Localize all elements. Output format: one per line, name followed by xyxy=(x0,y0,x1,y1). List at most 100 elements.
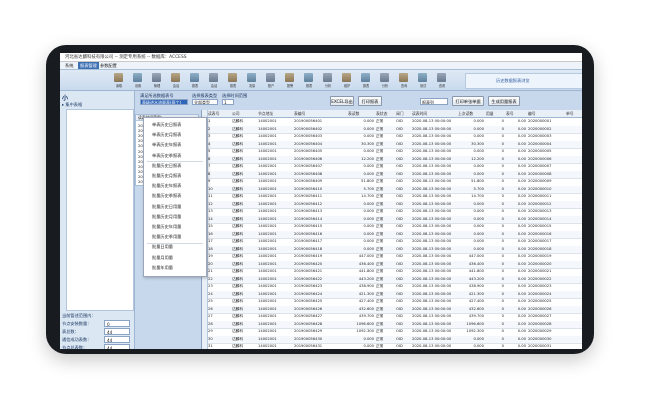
table-cell: 2020-08-13 00:00:00 xyxy=(412,149,452,153)
table-cell: 201900056415 xyxy=(294,224,323,228)
table-cell: 正常 xyxy=(376,254,384,258)
toolbar-tool-icon[interactable] xyxy=(152,73,161,82)
dropdown-menu-item[interactable]: 批量历史日用量 xyxy=(152,204,181,210)
table-cell: 201900056425 xyxy=(294,299,323,303)
column-header[interactable]: 编号 xyxy=(528,110,564,117)
toolbar-tool-icon[interactable] xyxy=(380,73,389,82)
table-cell: 14.700 xyxy=(361,194,374,198)
query-select[interactable]: 报表列 xyxy=(420,98,448,105)
table-cell: 201900056412 xyxy=(294,201,323,206)
table-cell: 5 xyxy=(208,149,211,153)
table-cell: 0.00 xyxy=(517,344,526,348)
toolbar-tool-icon[interactable] xyxy=(361,73,370,82)
toolbar-tool-icon[interactable] xyxy=(266,73,275,82)
dropdown-menu-item[interactable]: 批量月用量 xyxy=(152,255,173,261)
table-cell: 201900056429 xyxy=(294,329,323,333)
dropdown-menu-item[interactable]: 批量年用量 xyxy=(152,265,173,271)
column-header[interactable]: 读表号 xyxy=(208,110,230,117)
toolbar-tool-icon[interactable] xyxy=(437,73,446,82)
table-cell: 14002001 xyxy=(258,254,277,258)
column-header[interactable]: 上次读数 xyxy=(458,110,484,117)
toolbar-tool-icon[interactable] xyxy=(114,73,123,82)
column-header[interactable]: 读表时间 xyxy=(412,110,456,117)
dropdown-menu-item[interactable]: 批量日用量 xyxy=(152,244,173,250)
table-cell: 0 xyxy=(501,224,504,228)
table-cell: 14002001 xyxy=(258,344,277,348)
type-select[interactable]: 全部类型 xyxy=(192,99,218,105)
column-header[interactable]: 表编号 xyxy=(294,110,344,117)
column-header[interactable]: 用量 xyxy=(486,110,504,117)
table-cell: 0 xyxy=(501,306,504,311)
toolbar-tool-label: 设置 xyxy=(134,84,142,88)
dropdown-menu-item[interactable]: 批量历史季用量 xyxy=(152,234,181,240)
toolbar-tool-icon[interactable] xyxy=(247,73,256,82)
column-header[interactable]: 表读数 xyxy=(348,110,374,117)
dropdown-menu-item[interactable]: 批量历史年报表 xyxy=(152,183,181,189)
toolbar-tool-icon[interactable] xyxy=(418,73,427,82)
table-cell: 0.000 xyxy=(363,201,374,206)
table-cell: 30.300 xyxy=(361,141,374,146)
excel-export-button[interactable]: EXCEL导出 xyxy=(330,96,354,106)
column-header[interactable]: 单号 xyxy=(566,110,582,117)
meter-select[interactable]: 表级进水流量表(两个) xyxy=(140,99,188,105)
stat-value: 44 xyxy=(104,344,130,349)
table-cell: 正常 xyxy=(376,216,384,221)
toolbar-tool-icon[interactable] xyxy=(323,73,332,82)
table-cell: 0 xyxy=(501,149,504,153)
dropdown-menu-item[interactable]: 批量历史日报表 xyxy=(152,163,181,169)
table-cell: 0.000 xyxy=(473,119,484,123)
toolbar-tool-icon[interactable] xyxy=(190,73,199,82)
table-cell: 2020-08-13 00:00:00 xyxy=(412,231,452,236)
column-header[interactable]: 公司 xyxy=(232,110,254,117)
menu-report-management[interactable]: 报表管理 xyxy=(78,62,99,69)
table-cell: 达麟科 xyxy=(232,314,244,318)
table-cell: 0.000 xyxy=(473,149,484,153)
dropdown-menu-item[interactable]: 批量历史年用量 xyxy=(152,224,181,230)
toolbar-tool-icon[interactable] xyxy=(399,73,408,82)
menu-parameter-config[interactable]: 参数配置 xyxy=(98,62,119,69)
toolbar-tool-icon[interactable] xyxy=(304,73,313,82)
column-header[interactable]: 表号 xyxy=(506,110,526,117)
table-cell: 2020000026 xyxy=(528,306,552,311)
toolbar-tool-icon[interactable] xyxy=(342,73,351,82)
column-header[interactable]: 阀门 xyxy=(396,110,410,117)
dropdown-menu-item[interactable]: 批量历史月报表 xyxy=(152,173,181,179)
toolbar-tool-icon[interactable] xyxy=(209,73,218,82)
table-cell: OID xyxy=(396,314,403,318)
table-cell: 2020000004 xyxy=(528,141,552,146)
dropdown-menu-item[interactable]: 单表历史日报表 xyxy=(152,122,181,128)
toolbar-tool-icon[interactable] xyxy=(171,73,180,82)
dropdown-menu-item[interactable]: 批量历史月用量 xyxy=(152,214,181,220)
toolbar-tool-icon[interactable] xyxy=(133,73,142,82)
toolbar-tool-icon[interactable] xyxy=(285,73,294,82)
toolbar-tool-label: 报表 xyxy=(362,84,370,88)
generate-usage-button[interactable]: 生成用量报表 xyxy=(488,96,520,106)
table-cell: 达麟科 xyxy=(232,321,244,326)
history-report-link[interactable]: 历史数据报表浏览 xyxy=(496,78,530,84)
column-header[interactable]: 节点地址 xyxy=(258,110,288,117)
print-report-button[interactable]: 打印报表 xyxy=(358,96,382,106)
dropdown-menu-item[interactable]: 批量历史季报表 xyxy=(152,193,181,199)
table-cell: 201900056402 xyxy=(294,126,323,131)
toolbar-tool-icon[interactable] xyxy=(228,73,237,82)
table-cell: 201900056414 xyxy=(294,216,323,221)
table-cell: 14002001 xyxy=(258,239,277,243)
range-select[interactable]: 1 xyxy=(222,99,234,105)
table-cell: 正常 xyxy=(376,344,384,348)
menu-system[interactable]: 系统 xyxy=(63,62,75,69)
table-cell: 201900056424 xyxy=(294,291,323,296)
column-header[interactable]: 表状态 xyxy=(376,110,394,117)
table-cell: OID xyxy=(396,344,403,348)
node-tree[interactable] xyxy=(66,109,134,311)
dropdown-menu-item[interactable]: 单表历史年报表 xyxy=(152,142,181,148)
table-cell: 14002001 xyxy=(258,224,277,228)
table-cell: 2020-08-13 00:00:00 xyxy=(412,321,452,326)
dropdown-menu-item[interactable]: 单表历史月报表 xyxy=(152,132,181,138)
table-cell: 427.400 xyxy=(358,299,374,303)
table-row[interactable]: 31 达麟科 14002001 201900056431 0.000 正常 OID 2020-… xyxy=(202,343,582,349)
left-panel-subtitle[interactable]: ▸ 集中表格 xyxy=(62,102,82,108)
dropdown-menu-item[interactable]: 单表历史季报表 xyxy=(152,153,181,159)
toolbar-tool-label: 分析 xyxy=(324,84,332,88)
table-cell: OID xyxy=(396,276,403,281)
print-single-button[interactable]: 打印单张单据 xyxy=(452,96,484,106)
